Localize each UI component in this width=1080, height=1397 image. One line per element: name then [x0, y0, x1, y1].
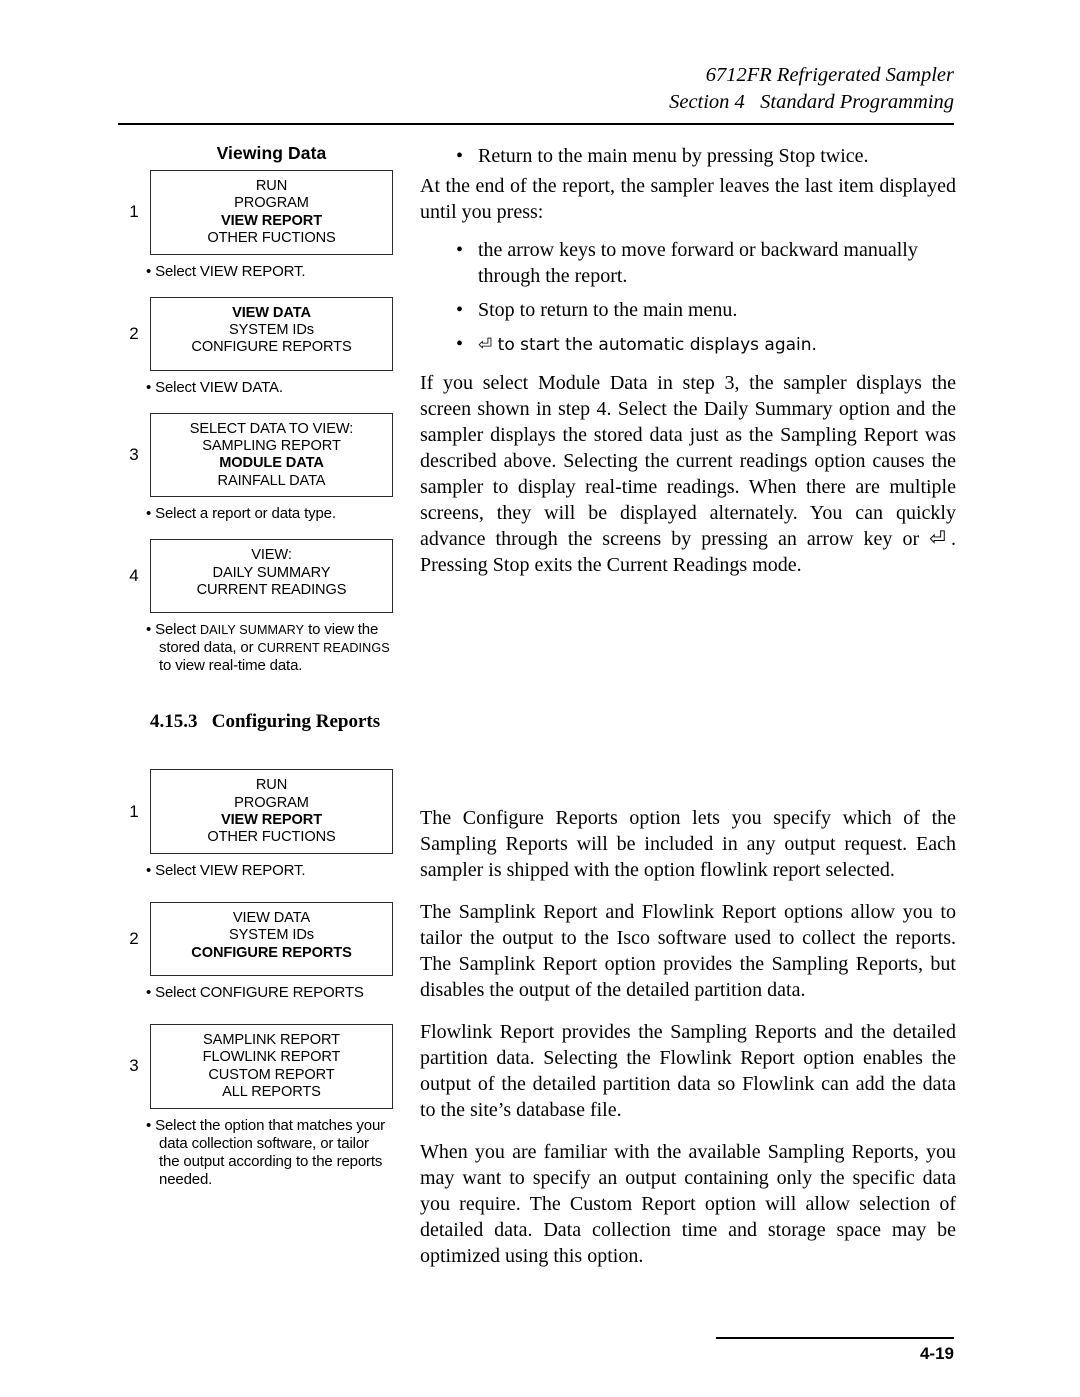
- screen-line: VIEW:: [251, 547, 292, 564]
- step-block-viewing-2: 2 VIEW DATA SYSTEM IDs CONFIGURE REPORTS: [118, 296, 393, 371]
- step-caption-text: Select the option that matches your data…: [155, 1116, 386, 1188]
- bullet-return-main-menu: • Return to the main menu by pressing Sto…: [456, 143, 956, 169]
- screen-line: PROGRAM: [234, 794, 309, 811]
- section-heading-4-15-3: 4.15.3 Configuring Reports: [150, 711, 381, 733]
- bullet-marker: •: [456, 239, 464, 261]
- step-caption-text: Select CONFIGURE REPORTS: [155, 983, 364, 1001]
- step-number: 2: [129, 928, 139, 948]
- screen-line: FLOWLINK REPORT: [202, 1049, 341, 1066]
- step-caption: • Select DAILY SUMMARY to view the store…: [146, 621, 390, 675]
- enter-key-icon: ⏎ to start the automatic displays again.: [478, 335, 817, 355]
- step-number: 3: [129, 1056, 139, 1076]
- bullet-marker: •: [456, 145, 464, 167]
- paragraph-module-data: If you select Module Data in step 3, the…: [420, 372, 956, 576]
- screen-line-selected: MODULE DATA: [219, 455, 324, 472]
- step-caption-text: Select a report or data type.: [155, 505, 336, 523]
- step-block-viewing-4: 4 VIEW: DAILY SUMMARY CURRENT READINGS: [118, 539, 393, 614]
- step-number: 4: [129, 566, 139, 586]
- screen-box: RUN PROGRAM VIEW REPORT OTHER FUCTIONS: [150, 170, 393, 255]
- screen-box: VIEW DATA SYSTEM IDs CONFIGURE REPORTS: [150, 901, 393, 976]
- step-number: 1: [129, 801, 139, 821]
- step-caption: • Select a report or data type.: [146, 505, 336, 523]
- step-caption: • Select VIEW DATA.: [146, 378, 283, 396]
- step-block-configuring-2: 2 VIEW DATA SYSTEM IDs CONFIGURE REPORTS: [118, 901, 393, 976]
- step-caption-part: to view real-time data.: [159, 657, 303, 675]
- bullet-text: the arrow keys to move forward or backwa…: [478, 239, 918, 287]
- screen-line: ALL REPORTS: [222, 1084, 321, 1101]
- step-caption-text: Select VIEW DATA.: [155, 378, 283, 396]
- step-caption-text: Select VIEW REPORT.: [155, 861, 306, 879]
- screen-box: VIEW: DAILY SUMMARY CURRENT READINGS: [150, 539, 393, 614]
- screen-line-selected: VIEW REPORT: [220, 812, 323, 829]
- header-section-line: Section 4 Standard Programming: [669, 91, 954, 113]
- bullet-text: Return to the main menu by pressing Stop…: [478, 145, 869, 167]
- paragraph-custom-report: When you are familiar with the available…: [420, 1141, 956, 1267]
- step-number: 3: [129, 444, 139, 464]
- step-block-viewing-3: 3 SELECT DATA TO VIEW: SAMPLING REPORT M…: [118, 412, 393, 498]
- screen-line: RUN: [255, 178, 288, 194]
- step-caption-smallcaps: DAILY SUMMARY: [199, 623, 305, 638]
- footer-rule: [716, 1337, 954, 1339]
- step-block-viewing-1: 1 RUN PROGRAM VIEW REPORT OTHER FUCTIONS: [118, 170, 393, 255]
- screen-line: SYSTEM IDs: [229, 927, 314, 944]
- step-number: 2: [129, 323, 139, 343]
- screen-box: RUN PROGRAM VIEW REPORT OTHER FUCTIONS: [150, 769, 393, 854]
- step-caption-part: Select: [155, 621, 200, 639]
- screen-line: SELECT DATA TO VIEW:: [189, 420, 354, 437]
- step-caption: • Select CONFIGURE REPORTS: [146, 983, 364, 1001]
- bullet-arrow-keys: • the arrow keys to move forward or backw…: [456, 237, 956, 289]
- screen-line: OTHER FUCTIONS: [207, 829, 336, 846]
- paragraph-samplink-report: The Samplink Report and Flowlink Report …: [420, 901, 956, 1001]
- page-header: 6712FR Refrigerated Sampler Section 4 St…: [118, 62, 954, 116]
- screen-line-selected: VIEW DATA: [232, 304, 311, 321]
- step-number: 1: [129, 202, 139, 222]
- header-title-line: 6712FR Refrigerated Sampler: [705, 64, 954, 86]
- step-caption-text: Select VIEW REPORT.: [155, 262, 306, 280]
- screen-line-selected: VIEW REPORT: [220, 212, 323, 229]
- screen-line: OTHER FUCTIONS: [207, 230, 336, 247]
- step-caption-smallcaps: CURRENT READINGS: [257, 641, 390, 656]
- screen-line-selected: CONFIGURE REPORTS: [191, 944, 352, 961]
- screen-line: CONFIGURE REPORTS: [191, 339, 352, 356]
- paragraph-configure-reports: The Configure Reports option lets you sp…: [420, 807, 956, 881]
- page-number: 4-19: [919, 1344, 954, 1363]
- document-page: 6712FR Refrigerated Sampler Section 4 St…: [0, 0, 1080, 1397]
- screen-line: DAILY SUMMARY: [212, 564, 331, 581]
- screen-line: VIEW DATA: [232, 909, 311, 926]
- screen-line: RUN: [255, 777, 288, 794]
- screen-box: SELECT DATA TO VIEW: SAMPLING REPORT MOD…: [150, 412, 393, 498]
- screen-box: SAMPLINK REPORT FLOWLINK REPORT CUSTOM R…: [150, 1023, 393, 1109]
- left-column: Viewing Data 1 RUN PROGRAM VIEW REPORT O…: [118, 143, 393, 1189]
- header-rule: [118, 123, 954, 125]
- screen-line: SAMPLINK REPORT: [203, 1031, 340, 1048]
- step-block-configuring-3: 3 SAMPLINK REPORT FLOWLINK REPORT CUSTOM…: [118, 1023, 393, 1109]
- step-caption: • Select the option that matches your da…: [146, 1116, 386, 1188]
- bullet-text: Stop to return to the main menu.: [478, 299, 738, 321]
- screen-line: CURRENT READINGS: [196, 582, 347, 599]
- viewing-data-title: Viewing Data: [216, 143, 327, 163]
- bullet-stop-key: • Stop to return to the main menu.: [456, 297, 956, 323]
- bullet-enter-key: • ⏎ to start the automatic displays again…: [456, 331, 956, 358]
- screen-line: SYSTEM IDs: [229, 322, 314, 339]
- screen-line: RAINFALL DATA: [217, 472, 326, 489]
- bullet-marker: •: [456, 333, 464, 355]
- screen-line: PROGRAM: [234, 195, 309, 212]
- paragraph-flowlink-report: Flowlink Report provides the Sampling Re…: [420, 1021, 956, 1121]
- paragraph-end-of-report: At the end of the report, the sampler le…: [420, 175, 956, 223]
- bullet-marker: •: [456, 299, 464, 321]
- screen-line: CUSTOM REPORT: [208, 1066, 335, 1083]
- step-block-configuring-1: 1 RUN PROGRAM VIEW REPORT OTHER FUCTIONS: [118, 769, 393, 854]
- right-column: • Return to the main menu by pressing Sto…: [420, 143, 956, 1269]
- screen-line: SAMPLING REPORT: [202, 438, 341, 455]
- step-caption: • Select VIEW REPORT.: [146, 861, 306, 879]
- step-caption: • Select VIEW REPORT.: [146, 262, 306, 280]
- screen-box: VIEW DATA SYSTEM IDs CONFIGURE REPORTS: [150, 296, 393, 371]
